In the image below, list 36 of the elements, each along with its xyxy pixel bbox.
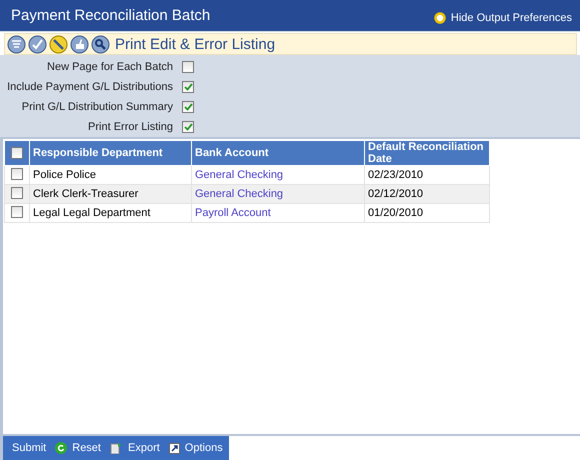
ring-icon (434, 12, 446, 24)
column-header[interactable]: Bank Account (192, 141, 364, 166)
thumb-icon[interactable] (70, 34, 89, 54)
column-header[interactable]: Responsible Department (30, 141, 192, 166)
checkbox[interactable] (182, 121, 194, 133)
checkbox[interactable] (182, 101, 194, 113)
magnifier-icon[interactable] (91, 34, 110, 54)
column-header[interactable]: Default Reconciliation Date (364, 141, 490, 166)
window-title: Payment Reconciliation Batch (11, 7, 210, 24)
table-cell: Clerk Clerk-Treasurer (33, 188, 138, 200)
table-cell: 01/20/2010 (368, 207, 424, 219)
checkbox[interactable] (11, 147, 23, 160)
footer-button[interactable]: Options (168, 442, 223, 454)
list-icon[interactable] (7, 34, 26, 54)
document-icon (110, 442, 123, 454)
window-icon (168, 442, 180, 454)
table-cell: 02/23/2010 (368, 169, 424, 181)
option-label: Include Payment G/L Distributions (6, 81, 173, 93)
option-label: Print G/L Distribution Summary (20, 101, 173, 113)
checkbox[interactable] (11, 206, 23, 218)
table-cell: Legal Legal Department (33, 207, 150, 219)
option-label: Print Error Listing (87, 121, 173, 133)
option-label: New Page for Each Batch (46, 61, 173, 73)
checkbox[interactable] (11, 186, 23, 198)
refresh-icon (55, 442, 68, 454)
footer-button[interactable]: Reset (55, 442, 101, 454)
footer-button[interactable]: Submit (12, 442, 46, 454)
checkbox[interactable] (182, 61, 194, 73)
check-icon[interactable] (28, 34, 47, 54)
report-title: Print Edit & Error Listing (115, 36, 276, 52)
hide-preferences-link[interactable]: Hide Output Preferences (434, 8, 572, 24)
footer-button[interactable]: Export (110, 442, 160, 454)
checkbox[interactable] (11, 168, 23, 180)
table-cell: 02/12/2010 (368, 188, 424, 200)
table-cell: Police Police (33, 169, 96, 181)
checkbox[interactable] (182, 81, 194, 93)
